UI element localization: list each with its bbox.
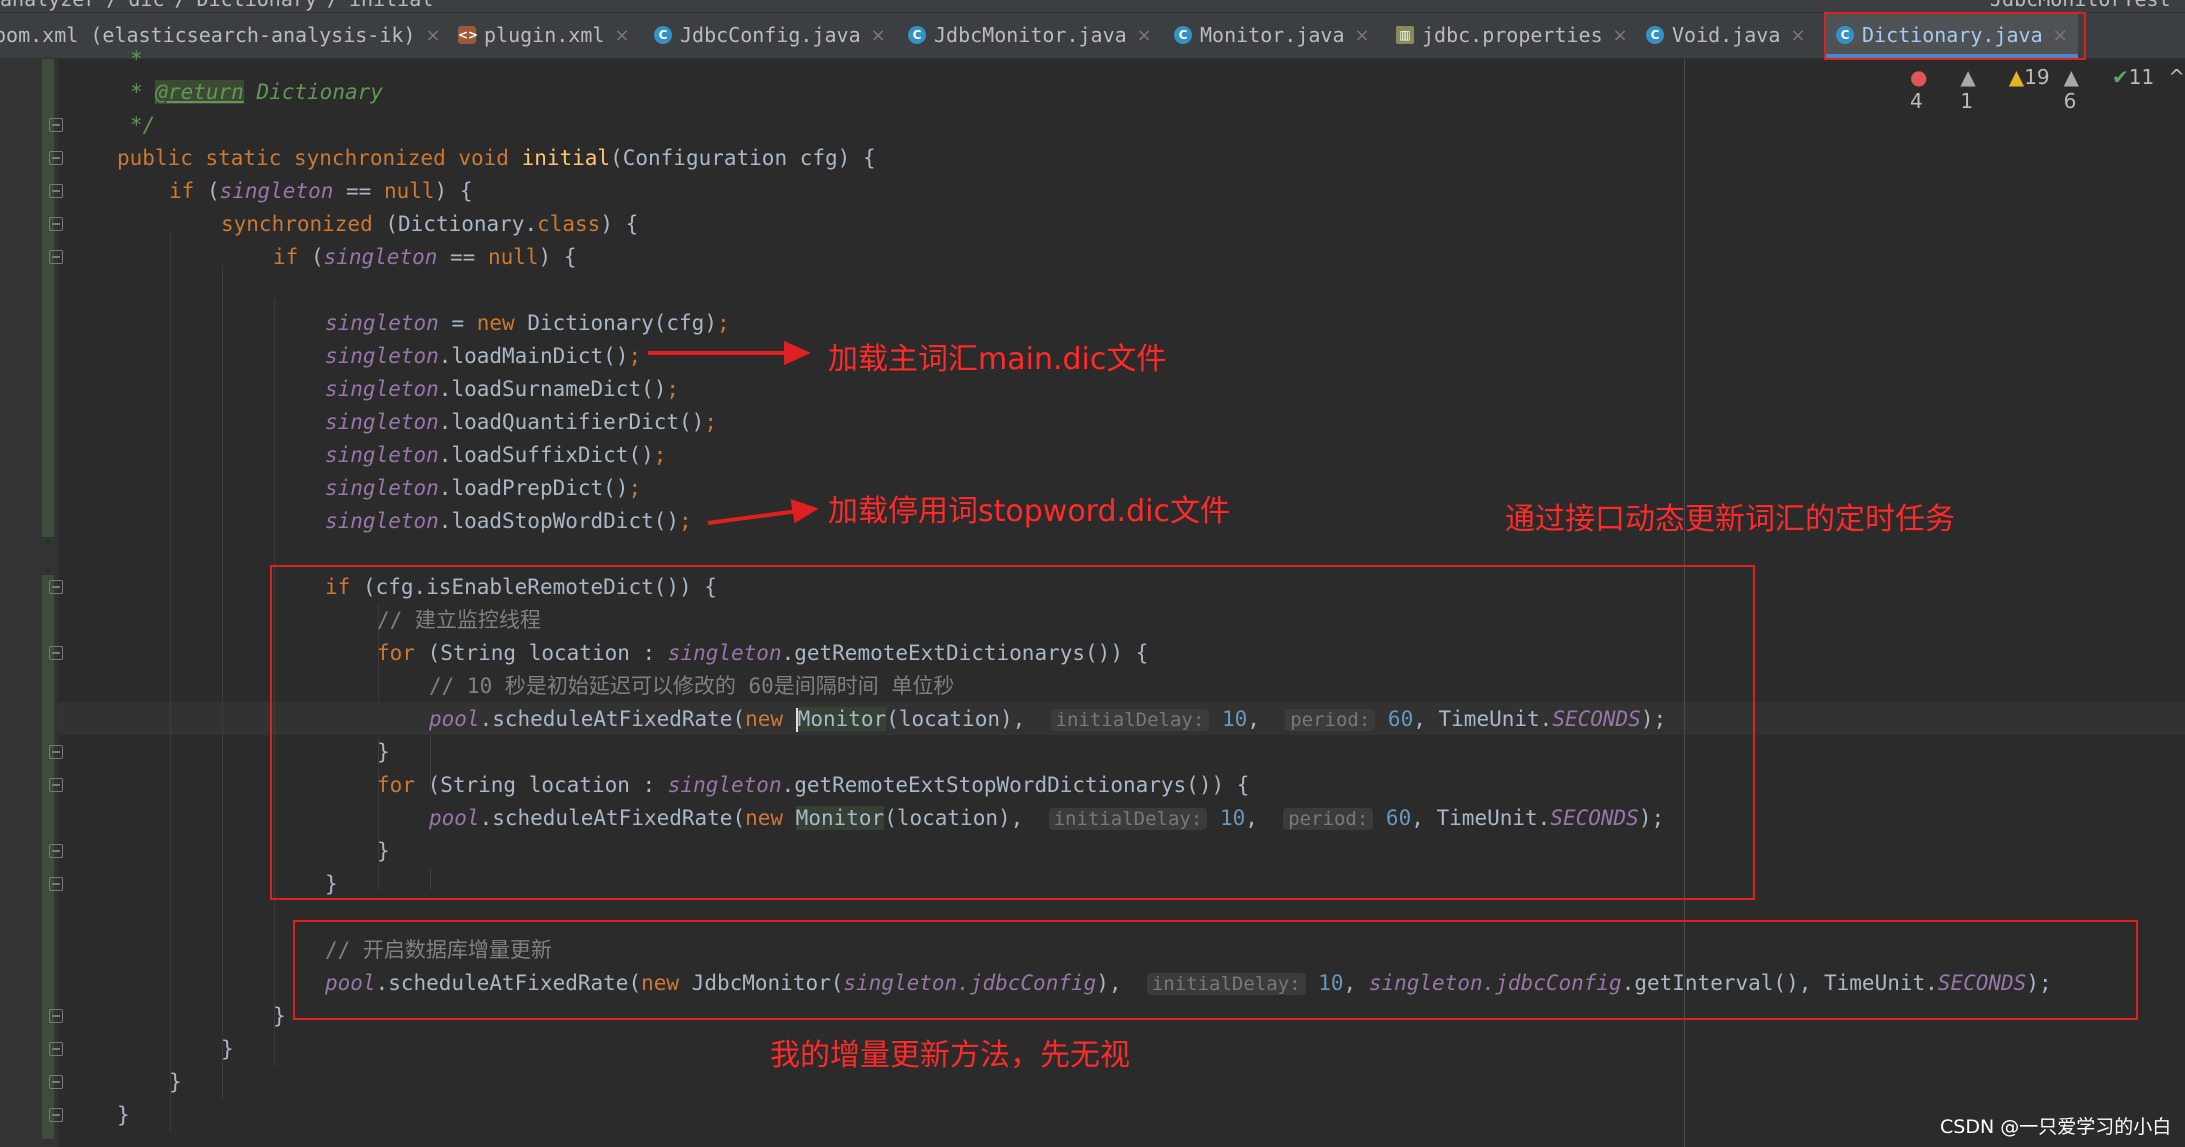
arrow-main-dic <box>648 340 811 366</box>
annotation-box-remote-dict <box>270 565 1755 900</box>
annotation-incremental: 我的增量更新方法，先无视 <box>770 1038 1130 1073</box>
annotation-remote-task: 通过接口动态更新词汇的定时任务 <box>1505 502 1955 537</box>
arrow-stopword <box>707 499 819 525</box>
annotation-stopword: 加载停用词stopword.dic文件 <box>828 494 1230 529</box>
annotation-box-incremental <box>293 920 2138 1020</box>
watermark: CSDN @一只爱学习的小白 <box>1940 1116 2172 1138</box>
annotation-main-dic: 加载主词汇main.dic文件 <box>828 342 1167 377</box>
